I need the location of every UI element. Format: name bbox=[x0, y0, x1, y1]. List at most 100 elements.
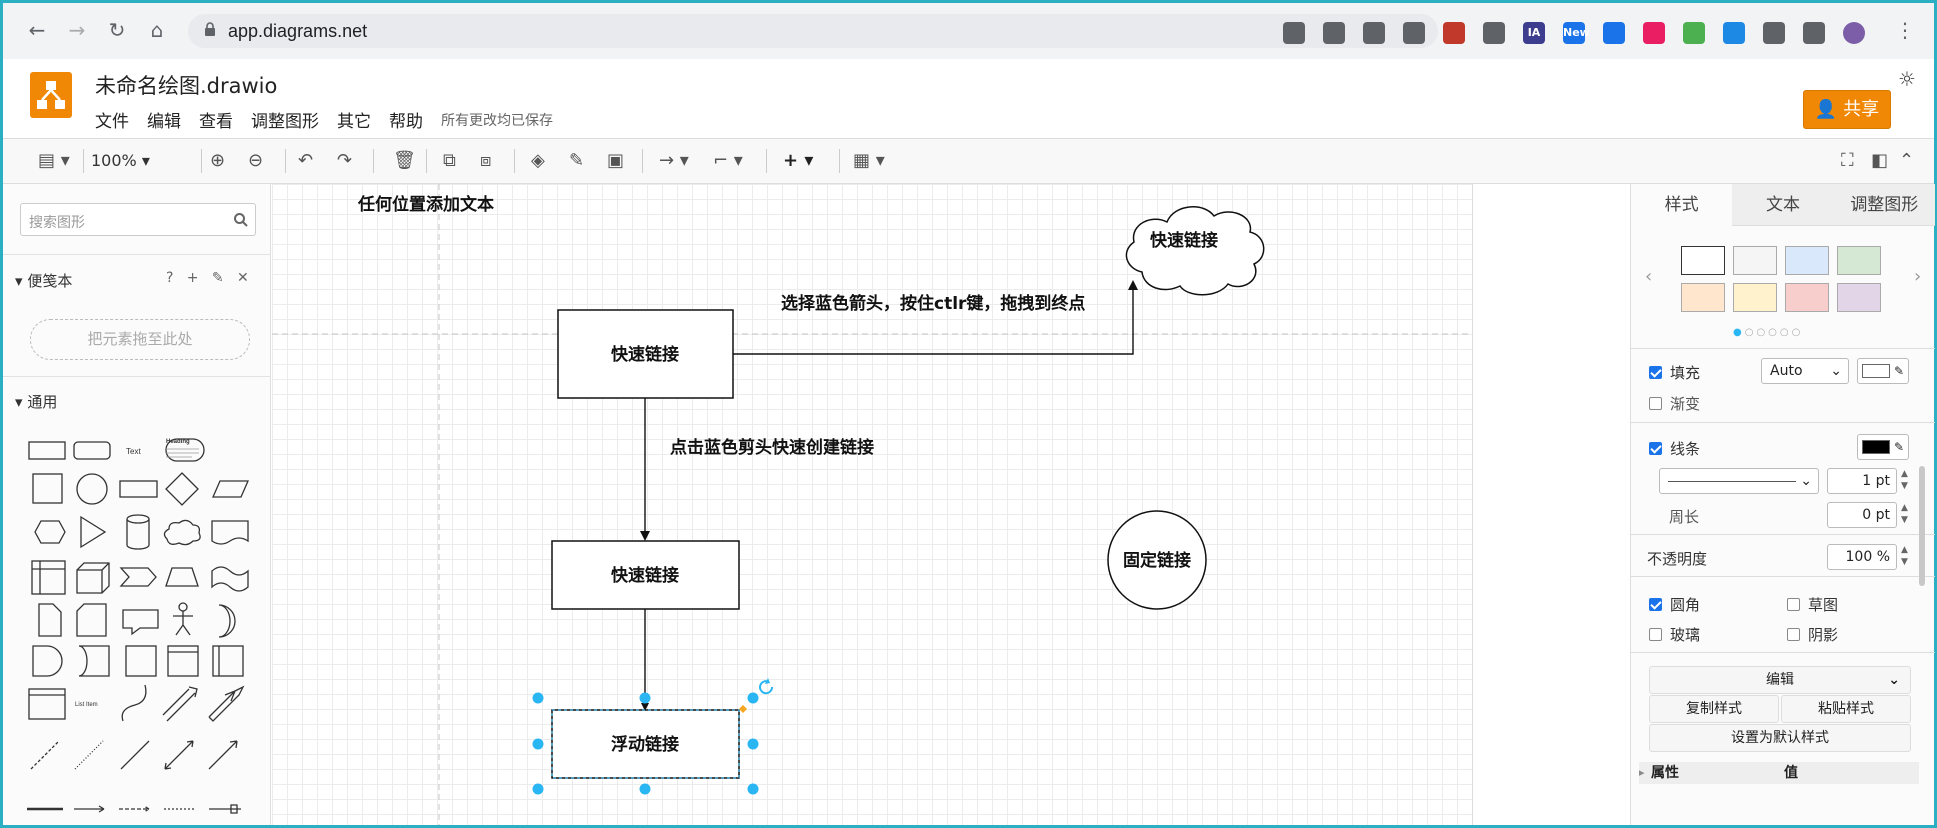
line-width-stepper[interactable]: ▲ ▼ bbox=[1901, 468, 1908, 492]
drop-ext-icon[interactable] bbox=[1723, 22, 1745, 44]
internal-storage-shape[interactable] bbox=[31, 560, 66, 595]
general-header[interactable]: ▾ 通用 bbox=[15, 391, 57, 412]
copy-style-button[interactable]: 复制样式 bbox=[1649, 695, 1779, 723]
data-storage-shape[interactable] bbox=[78, 645, 110, 677]
collapse-icon[interactable]: ⌃ bbox=[1899, 149, 1914, 173]
style-swatch[interactable] bbox=[1681, 283, 1725, 312]
menu-file[interactable]: 文件 bbox=[95, 107, 129, 132]
container-shape[interactable] bbox=[125, 645, 157, 677]
sketch-row[interactable]: 草图 bbox=[1787, 594, 1838, 615]
list-item-shape[interactable]: List Item bbox=[75, 702, 98, 708]
opacity-input[interactable]: 100 % bbox=[1827, 544, 1897, 570]
rotate-handle-icon[interactable] bbox=[759, 678, 774, 695]
menu-view[interactable]: 查看 bbox=[199, 107, 233, 132]
zoom-in-icon[interactable]: ⊕ bbox=[210, 149, 225, 173]
square-shape[interactable] bbox=[32, 473, 63, 504]
paste-style-button[interactable]: 粘贴样式 bbox=[1781, 695, 1911, 723]
add-icon[interactable]: + bbox=[187, 270, 199, 286]
perimeter-stepper[interactable]: ▲ ▼ bbox=[1901, 502, 1908, 526]
set-default-style-button[interactable]: 设置为默认样式 bbox=[1649, 724, 1911, 752]
style-swatch[interactable] bbox=[1785, 283, 1829, 312]
reload-icon[interactable]: ↻ bbox=[105, 18, 129, 42]
style-swatch[interactable] bbox=[1733, 246, 1777, 275]
gradient-checkbox[interactable] bbox=[1649, 397, 1662, 410]
style-swatch[interactable] bbox=[1785, 246, 1829, 275]
arrow-shape[interactable] bbox=[208, 685, 245, 722]
eyedropper-icon[interactable]: ✎ bbox=[1894, 435, 1904, 459]
to-front-icon[interactable]: ⧉ bbox=[443, 149, 456, 173]
tape-shape[interactable] bbox=[211, 566, 249, 592]
forward-icon[interactable]: → bbox=[65, 18, 89, 42]
panel-scrollbar[interactable] bbox=[1919, 466, 1925, 586]
edge2-label[interactable]: 点击蓝色剪头快速创建链接 bbox=[670, 437, 874, 458]
undo-icon[interactable]: ↶ bbox=[298, 149, 313, 173]
rounded-checkbox[interactable] bbox=[1649, 598, 1662, 611]
grid-ext-icon[interactable] bbox=[1683, 22, 1705, 44]
document-shape[interactable] bbox=[211, 520, 249, 545]
puzzle-icon[interactable] bbox=[1763, 22, 1785, 44]
back-icon[interactable]: ← bbox=[25, 18, 49, 42]
line-width-input[interactable]: 1 pt bbox=[1827, 468, 1897, 494]
color-ext-icon[interactable] bbox=[1643, 22, 1665, 44]
connection-icon[interactable]: → ▾ bbox=[659, 149, 689, 173]
line-shape[interactable] bbox=[120, 740, 150, 770]
text-shape[interactable]: Text bbox=[126, 447, 141, 456]
diamond-shape[interactable] bbox=[165, 472, 199, 506]
browser-menu-icon[interactable]: ⋮ bbox=[1893, 18, 1917, 42]
edit-icon[interactable]: ✎ bbox=[212, 270, 224, 286]
new-ext-icon[interactable]: New bbox=[1563, 22, 1590, 44]
shadow-row[interactable]: 阴影 bbox=[1787, 624, 1838, 645]
redo-icon[interactable]: ↷ bbox=[337, 149, 352, 173]
dashed-line-shape[interactable] bbox=[30, 740, 60, 770]
document-title[interactable]: 未命名绘图.drawio bbox=[95, 70, 277, 100]
theme-icon[interactable]: ☼ bbox=[1898, 67, 1916, 91]
triangle-shape[interactable] bbox=[80, 515, 107, 549]
search-icon[interactable] bbox=[233, 212, 249, 228]
share-button[interactable]: 👤 共享 bbox=[1803, 90, 1891, 129]
download-icon[interactable] bbox=[1283, 22, 1305, 44]
glass-row[interactable]: 玻璃 bbox=[1649, 624, 1700, 645]
html-ext-icon[interactable] bbox=[1443, 22, 1465, 44]
fill-select[interactable]: Auto ⌄ bbox=[1761, 358, 1849, 384]
ia-ext-icon[interactable]: IA bbox=[1523, 22, 1545, 44]
help-icon[interactable]: ? bbox=[166, 270, 173, 286]
line-row[interactable]: 线条 bbox=[1649, 438, 1700, 459]
actor-shape[interactable] bbox=[173, 611, 193, 636]
general-shapes-palette[interactable]: Text Heading List Item bbox=[23, 431, 258, 821]
edit-style-select[interactable]: 编辑 ⌄ bbox=[1649, 666, 1911, 694]
address-bar[interactable]: app.diagrams.net bbox=[188, 14, 1438, 48]
next-swatches-icon[interactable]: › bbox=[1914, 266, 1921, 287]
fullscreen-icon[interactable]: ⛶ bbox=[1841, 149, 1854, 173]
line-checkbox[interactable] bbox=[1649, 442, 1662, 455]
menu-arrange[interactable]: 调整图形 bbox=[251, 107, 319, 132]
note-shape[interactable] bbox=[38, 603, 62, 637]
sidebar-icon[interactable] bbox=[1803, 22, 1825, 44]
menu-help[interactable]: 帮助 bbox=[389, 107, 423, 132]
glass-checkbox[interactable] bbox=[1649, 628, 1662, 641]
tab-style[interactable]: 样式 bbox=[1631, 184, 1733, 226]
diagram-svg[interactable]: 任何位置添加文本 快速链接 快速链接 选择蓝色箭头，按住ctlr键，拖拽到终点 … bbox=[272, 184, 1630, 825]
waypoints-icon[interactable]: ⌐ ▾ bbox=[713, 149, 743, 173]
gradient-row[interactable]: 渐变 bbox=[1649, 393, 1700, 414]
perimeter-input[interactable]: 0 pt bbox=[1827, 502, 1897, 528]
diagram-canvas[interactable]: 任何位置添加文本 快速链接 快速链接 选择蓝色箭头，按住ctlr键，拖拽到终点 … bbox=[272, 184, 1630, 825]
zoom-select[interactable]: 100% ▾ bbox=[91, 149, 150, 173]
style-swatch[interactable] bbox=[1733, 283, 1777, 312]
edge1-label[interactable]: 选择蓝色箭头，按住ctlr键，拖拽到终点 bbox=[781, 293, 1085, 314]
insert-icon[interactable]: + ▾ bbox=[783, 149, 813, 173]
callout-shape[interactable] bbox=[122, 609, 159, 636]
close-icon[interactable]: ✕ bbox=[237, 270, 249, 286]
delay-shape[interactable] bbox=[32, 645, 63, 677]
card-shape[interactable] bbox=[76, 603, 107, 637]
corner-radius-handle[interactable] bbox=[739, 705, 747, 713]
cube-shape[interactable] bbox=[76, 562, 110, 594]
line-color-icon[interactable]: ✎ bbox=[569, 149, 584, 173]
hexagon-shape[interactable] bbox=[34, 520, 66, 544]
star-icon[interactable] bbox=[1403, 22, 1425, 44]
sketch-checkbox[interactable] bbox=[1787, 598, 1800, 611]
shadow-icon[interactable]: ▣ bbox=[607, 149, 624, 173]
or-shape[interactable] bbox=[218, 604, 236, 638]
line-style-select[interactable]: ⌄ bbox=[1659, 468, 1819, 494]
profile-icon[interactable] bbox=[1843, 22, 1865, 44]
opacity-stepper[interactable]: ▲ ▼ bbox=[1901, 544, 1908, 568]
